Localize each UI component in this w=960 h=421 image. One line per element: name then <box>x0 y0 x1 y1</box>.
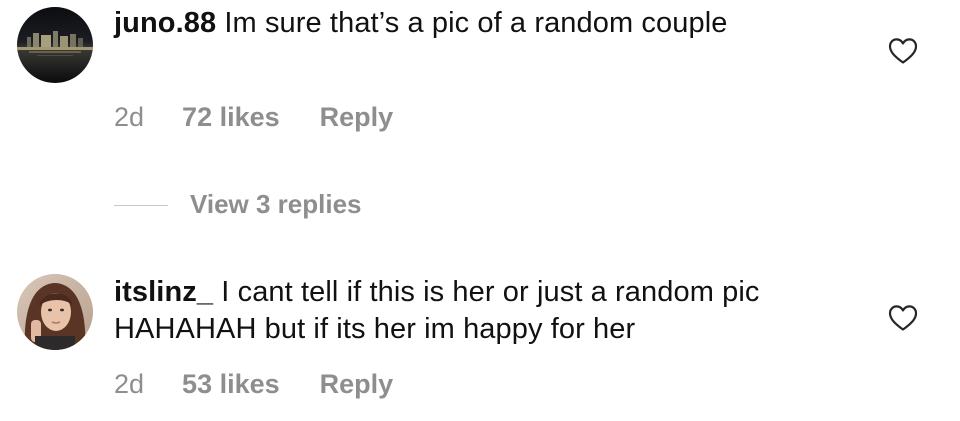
heart-icon[interactable] <box>888 37 918 65</box>
likes-count[interactable]: 53 likes <box>182 369 280 400</box>
comment-username[interactable]: juno.88 <box>114 7 216 39</box>
comment-timestamp: 2d <box>114 102 145 132</box>
comment-text-block: juno.88 Im sure that’s a pic of a random… <box>114 5 854 42</box>
heart-icon[interactable] <box>888 304 918 332</box>
comment-timestamp: 2d <box>114 369 145 399</box>
likes-count[interactable]: 72 likes <box>182 102 280 133</box>
avatar[interactable] <box>17 274 93 350</box>
city-night-skyline-icon <box>17 7 93 83</box>
comment-text-block: itslinz_ I cant tell if this is her or j… <box>114 274 854 348</box>
view-replies-button[interactable]: View 3 replies <box>114 186 362 222</box>
reply-button[interactable]: Reply <box>320 369 394 400</box>
view-replies-divider <box>114 204 168 206</box>
view-replies-label: View 3 replies <box>190 188 362 219</box>
comment-meta: 2d 72 likes Reply <box>114 102 393 133</box>
reply-button[interactable]: Reply <box>320 102 394 133</box>
comment-body: Im sure that’s a pic of a random couple <box>224 7 728 39</box>
comment-meta: 2d 53 likes Reply <box>114 369 393 400</box>
avatar[interactable] <box>17 7 93 83</box>
comment-username[interactable]: itslinz_ <box>114 276 213 308</box>
person-selfie-icon <box>17 274 93 350</box>
